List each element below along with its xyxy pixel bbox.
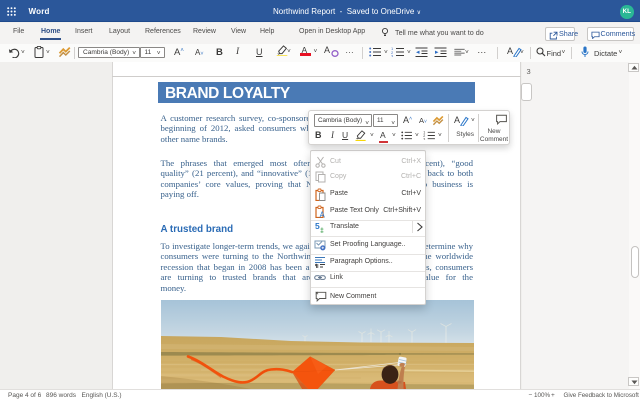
svg-text:3: 3	[423, 137, 425, 140]
svg-text:A: A	[320, 210, 326, 218]
svg-text:3: 3	[391, 53, 394, 57]
svg-text:‡: ‡	[320, 228, 324, 233]
